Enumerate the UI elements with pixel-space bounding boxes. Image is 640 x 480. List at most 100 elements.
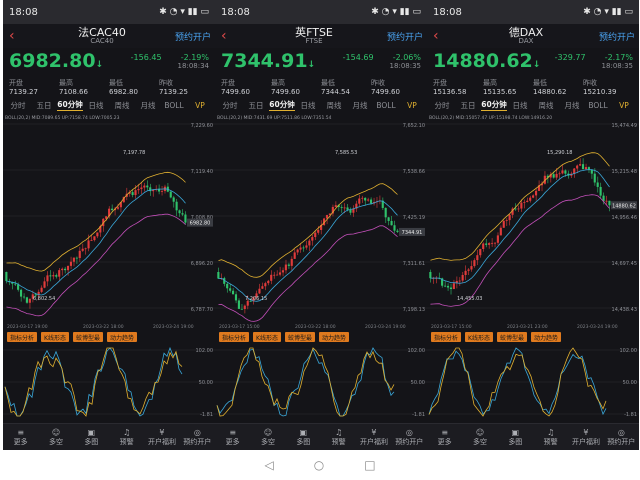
analysis-button[interactable]: 蛟博型最	[496, 332, 527, 342]
bottom-nav-item[interactable]: ☺ 多空	[462, 424, 497, 450]
candle-body	[267, 280, 270, 284]
analysis-button[interactable]: K线形态	[41, 332, 69, 342]
system-home-icon[interactable]: ○	[314, 458, 324, 472]
candle-body	[387, 217, 390, 221]
bottom-nav-item[interactable]: ≡ 更多	[215, 424, 250, 450]
period-tab[interactable]: 分时	[5, 100, 31, 111]
candle-body	[234, 294, 238, 301]
open-account-link[interactable]: 预约开户	[387, 30, 423, 43]
back-arrow-icon[interactable]: ‹	[433, 28, 453, 44]
period-tab[interactable]: 60分钟	[481, 99, 507, 111]
kdj-indicator-chart[interactable]: 102.00 50.00 -1.81	[3, 342, 215, 432]
analysis-button[interactable]: 指标分析	[219, 332, 250, 342]
analysis-button[interactable]: K线形态	[465, 332, 493, 342]
bottom-nav-icon: ◎	[617, 427, 625, 437]
candle-body	[278, 272, 282, 275]
bottom-nav-label: 开户福利	[571, 437, 600, 446]
bottom-nav-item[interactable]: ◎ 预约开户	[180, 424, 215, 450]
period-tab[interactable]: 60分钟	[269, 99, 295, 111]
period-tab[interactable]: 五日	[243, 100, 269, 111]
bottom-nav-item[interactable]: ▣ 多图	[74, 424, 109, 450]
period-tab[interactable]: 日线	[83, 100, 109, 111]
bottom-nav-icon: ≡	[441, 427, 449, 437]
bottom-nav-item[interactable]: ☺ 多空	[250, 424, 285, 450]
kdj-indicator-chart[interactable]: 102.00 50.00 -1.81	[427, 342, 639, 432]
period-tab[interactable]: 月线	[559, 100, 585, 111]
bottom-nav-icon: ☺	[475, 427, 485, 437]
back-arrow-icon[interactable]: ‹	[221, 28, 241, 44]
candle-body	[555, 173, 558, 178]
period-tab[interactable]: 月线	[135, 100, 161, 111]
change-group: -154.69 -2.06% 18:08:35	[343, 53, 421, 70]
ohlc-value: 6982.80	[109, 88, 138, 96]
time-axis-tick: 2023-03-21 23:00	[507, 324, 548, 330]
candle-body	[390, 220, 393, 226]
candle-body	[552, 174, 555, 178]
bottom-nav-item[interactable]: ▣ 多图	[498, 424, 533, 450]
candlestick-chart[interactable]: BOLL(20,2) MID:7431.69 UP:7511.86 LOW:73…	[215, 112, 427, 330]
bottom-nav-item[interactable]: ▣ 多图	[286, 424, 321, 450]
back-arrow-icon[interactable]: ‹	[9, 28, 29, 44]
analysis-button[interactable]: 动力趋势	[530, 332, 561, 342]
period-tab[interactable]: BOLL	[585, 101, 611, 110]
status-icons: ✱ ◔ ▾ ▮▮ ▭	[159, 7, 209, 17]
candle-body	[178, 210, 181, 214]
candle-body	[520, 202, 523, 209]
analysis-button[interactable]: 蛟博型最	[284, 332, 315, 342]
system-recent-apps-icon[interactable]: □	[364, 458, 375, 472]
bottom-nav-icon: ♫	[547, 427, 555, 437]
candle-body	[599, 186, 602, 196]
period-tab[interactable]: BOLL	[373, 101, 399, 110]
candle-body	[558, 173, 561, 175]
analysis-button[interactable]: 动力趋势	[318, 332, 349, 342]
candle-body	[311, 237, 314, 241]
candlestick-chart[interactable]: BOLL(20,2) MID:7089.65 UP:7158.74 LOW:70…	[3, 112, 215, 330]
analysis-button[interactable]: 蛟博型最	[72, 332, 103, 342]
period-tab[interactable]: 60分钟	[57, 99, 83, 111]
analysis-button[interactable]: K线形态	[253, 332, 281, 342]
bottom-nav-item[interactable]: ◎ 预约开户	[392, 424, 427, 450]
status-bar: 18:08 ✱ ◔ ▾ ▮▮ ▭	[427, 0, 639, 24]
period-tab[interactable]: 分时	[429, 100, 455, 111]
candle-body	[160, 191, 164, 192]
candlestick-chart[interactable]: BOLL(20,2) MID:15057.47 UP:15198.74 LOW:…	[427, 112, 639, 330]
analysis-button[interactable]: 指标分析	[431, 332, 462, 342]
period-tab[interactable]: 月线	[347, 100, 373, 111]
bottom-nav-item[interactable]: ¥ 开户福利	[568, 424, 603, 450]
bottom-nav-item[interactable]: ◎ 预约开户	[604, 424, 639, 450]
candle-body	[66, 265, 70, 271]
bottom-nav-item[interactable]: ♫ 预警	[533, 424, 568, 450]
peak-price-label: 7,197.78	[123, 150, 145, 156]
analysis-button[interactable]: 动力趋势	[106, 332, 137, 342]
ohlc-label: 最低	[109, 79, 123, 87]
open-account-link[interactable]: 预约开户	[175, 30, 211, 43]
analysis-button[interactable]: 指标分析	[7, 332, 38, 342]
instrument-code: DAX	[518, 37, 534, 45]
kdj-indicator-chart[interactable]: 102.00 50.00 -1.81	[215, 342, 427, 432]
period-tab[interactable]: 日线	[507, 100, 533, 111]
bottom-nav-item[interactable]: ¥ 开户福利	[144, 424, 179, 450]
bottom-nav-item[interactable]: ♫ 预警	[109, 424, 144, 450]
phone-screen-2: 18:08 ✱ ◔ ▾ ▮▮ ▭ ‹ 英FTSE FTSE 预约开户 7344.91↓ -15…	[215, 0, 427, 450]
system-back-icon[interactable]: ◁	[264, 458, 273, 472]
bottom-nav-item[interactable]: ≡ 更多	[427, 424, 462, 450]
candle-body	[226, 283, 229, 289]
period-tab[interactable]: 日线	[295, 100, 321, 111]
bottom-nav-item[interactable]: ≡ 更多	[3, 424, 38, 450]
period-tab[interactable]: VP	[399, 101, 425, 110]
period-tab[interactable]: BOLL	[161, 101, 187, 110]
period-tab[interactable]: VP	[611, 101, 637, 110]
bottom-nav-item[interactable]: ☺ 多空	[38, 424, 73, 450]
open-account-link[interactable]: 预约开户	[599, 30, 635, 43]
period-tab[interactable]: 周线	[533, 100, 559, 111]
boll-mid-line	[6, 188, 186, 296]
period-tab[interactable]: VP	[187, 101, 213, 110]
period-tab[interactable]: 周线	[321, 100, 347, 111]
candle-body	[446, 285, 450, 288]
period-tab[interactable]: 周线	[109, 100, 135, 111]
period-tab[interactable]: 五日	[455, 100, 481, 111]
period-tab[interactable]: 五日	[31, 100, 57, 111]
bottom-nav-item[interactable]: ♫ 预警	[321, 424, 356, 450]
period-tab[interactable]: 分时	[217, 100, 243, 111]
bottom-nav-item[interactable]: ¥ 开户福利	[356, 424, 391, 450]
